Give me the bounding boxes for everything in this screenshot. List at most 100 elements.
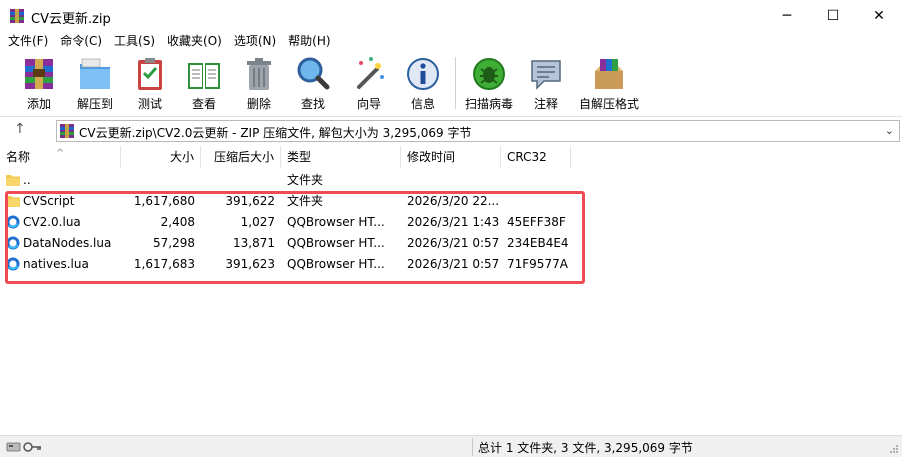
file-type: QQBrowser HT... — [287, 215, 385, 229]
path-text: CV云更新.zip\CV2.0云更新 - ZIP 压缩文件, 解包大小为 3,2… — [79, 126, 472, 140]
find-button[interactable]: 查找 — [296, 53, 330, 115]
file-packed: 13,871 — [233, 236, 275, 250]
virus-scan-icon — [473, 58, 505, 90]
sfx-label: 自解压格式 — [578, 97, 639, 111]
file-row[interactable]: CVScript 1,617,680 391,622 文件夹 2026/3/20 22.… — [0, 191, 902, 212]
file-type: QQBrowser HT... — [287, 236, 385, 250]
file-packed: 1,027 — [240, 215, 275, 229]
maximize-button[interactable]: ☐ — [810, 0, 856, 32]
magnifier-icon — [297, 57, 330, 90]
file-type: 文件夹 — [287, 194, 324, 208]
file-name: natives.lua — [23, 257, 89, 271]
delete-button[interactable]: 删除 — [241, 53, 277, 115]
column-header-type[interactable]: 类型 — [281, 146, 401, 168]
path-combobox[interactable]: CV云更新.zip\CV2.0云更新 - ZIP 压缩文件, 解包大小为 3,2… — [56, 120, 900, 142]
browser-file-icon — [6, 215, 20, 229]
file-size: 1,617,683 — [133, 257, 195, 271]
sort-ascending-icon: ^ — [56, 148, 65, 159]
file-size: 2,408 — [160, 215, 195, 229]
view-label: 查看 — [191, 97, 216, 111]
scan-virus-button[interactable]: 扫描病毒 — [463, 53, 515, 115]
toolbar-separator — [455, 57, 456, 109]
up-folder-icon[interactable]: ↑ — [14, 121, 26, 137]
minimize-button[interactable]: ─ — [764, 0, 810, 32]
window-title: CV云更新.zip — [31, 12, 111, 27]
wizard-button[interactable]: 向导 — [350, 53, 388, 115]
winrar-app-icon[interactable] — [9, 8, 25, 24]
file-row[interactable]: natives.lua 1,617,683 391,623 QQBrowser HT.… — [0, 254, 902, 275]
file-name: .. — [23, 173, 31, 187]
extract-to-button[interactable]: 解压到 — [74, 53, 116, 115]
view-book-icon — [188, 63, 220, 89]
wizard-label: 向导 — [356, 97, 381, 111]
menu-favorites[interactable]: 收藏夹(O) — [161, 32, 228, 52]
test-clipboard-icon — [138, 58, 162, 90]
file-name: DataNodes.lua — [23, 236, 112, 250]
column-header-packed[interactable]: 压缩后大小 — [201, 146, 281, 168]
column-name-label: 名称 — [6, 150, 31, 164]
file-size — [121, 170, 195, 191]
minimize-icon: ─ — [782, 8, 792, 24]
test-button[interactable]: 测试 — [133, 53, 167, 115]
file-crc: 71F9577A — [507, 257, 568, 271]
menu-file[interactable]: 文件(F) — [2, 32, 54, 52]
scan-virus-label: 扫描病毒 — [464, 97, 513, 111]
trash-icon — [247, 58, 271, 90]
file-row[interactable]: .. 文件夹 — [0, 170, 902, 191]
info-label: 信息 — [410, 97, 435, 111]
column-header-size[interactable]: 大小 — [121, 146, 201, 168]
extract-folder-icon — [80, 58, 110, 89]
test-label: 测试 — [137, 97, 162, 111]
sfx-box-icon — [595, 59, 623, 89]
status-separator — [472, 438, 473, 456]
key-drive-icon — [6, 442, 41, 452]
sfx-button[interactable]: 自解压格式 — [578, 53, 640, 115]
file-name: CV2.0.lua — [23, 215, 81, 229]
menu-help[interactable]: 帮助(H) — [282, 32, 336, 52]
resize-grip-icon[interactable] — [889, 444, 899, 454]
menu-tools[interactable]: 工具(S) — [108, 32, 161, 52]
file-modified: 2026/3/21 0:57 — [407, 257, 499, 271]
comment-label: 注释 — [533, 97, 558, 111]
maximize-icon: ☐ — [826, 8, 840, 24]
status-bar: 总计 1 文件夹, 3 文件, 3,295,069 字节 — [0, 435, 902, 457]
browser-file-icon — [6, 257, 20, 271]
file-modified: 2026/3/21 0:57 — [407, 236, 499, 250]
archive-icon — [60, 124, 74, 138]
file-modified: 2026/3/20 22... — [407, 194, 499, 208]
info-button[interactable]: 信息 — [406, 53, 440, 115]
file-size: 57,298 — [153, 236, 195, 250]
add-button[interactable]: 添加 — [20, 53, 58, 115]
chevron-down-icon[interactable]: ⌄ — [885, 124, 894, 137]
column-header-crc[interactable]: CRC32 — [501, 146, 571, 168]
delete-label: 删除 — [246, 97, 271, 111]
file-list: 名称 ^ 大小 压缩后大小 类型 修改时间 CRC32 .. 文件夹 CVScrip… — [0, 146, 902, 434]
file-packed: 391,622 — [225, 194, 275, 208]
extract-to-label: 解压到 — [76, 97, 113, 111]
find-label: 查找 — [300, 97, 325, 111]
menu-commands[interactable]: 命令(C) — [54, 32, 108, 52]
title-bar: CV云更新.zip ─ ☐ ✕ — [0, 0, 902, 32]
file-type: 文件夹 — [287, 173, 324, 187]
file-name: CVScript — [23, 194, 75, 208]
add-label: 添加 — [26, 97, 51, 111]
info-icon — [407, 58, 439, 90]
browser-file-icon — [6, 236, 20, 250]
column-header-modified[interactable]: 修改时间 — [401, 146, 501, 168]
column-header-name[interactable]: 名称 ^ — [0, 146, 121, 168]
menu-options[interactable]: 选项(N) — [228, 32, 282, 52]
comment-button[interactable]: 注释 — [528, 53, 564, 115]
address-bar: ↑ CV云更新.zip\CV2.0云更新 - ZIP 压缩文件, 解包大小为 3… — [0, 118, 902, 144]
file-type: QQBrowser HT... — [287, 257, 385, 271]
file-modified: 2026/3/21 1:43 — [407, 215, 499, 229]
view-button[interactable]: 查看 — [183, 53, 225, 115]
close-button[interactable]: ✕ — [856, 0, 902, 32]
file-row[interactable]: DataNodes.lua 57,298 13,871 QQBrowser HT...… — [0, 233, 902, 254]
menu-bar: 文件(F) 命令(C) 工具(S) 收藏夹(O) 选项(N) 帮助(H) — [0, 32, 902, 52]
file-crc: 234EB4E4 — [507, 236, 569, 250]
status-summary: 总计 1 文件夹, 3 文件, 3,295,069 字节 — [478, 441, 693, 455]
file-crc — [507, 191, 571, 212]
add-archive-icon — [25, 59, 53, 89]
file-size: 1,617,680 — [133, 194, 195, 208]
file-row[interactable]: CV2.0.lua 2,408 1,027 QQBrowser HT... 2026/3… — [0, 212, 902, 233]
